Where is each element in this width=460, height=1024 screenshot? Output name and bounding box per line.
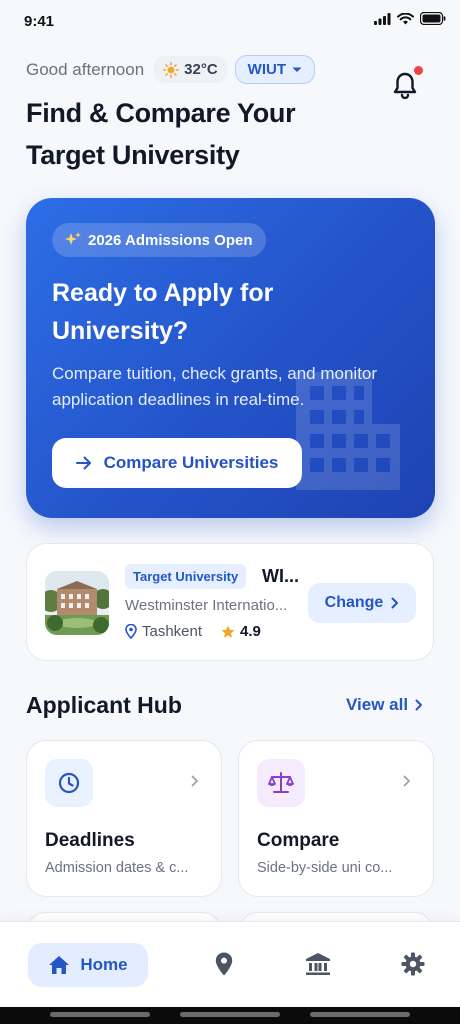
weather-chip: 32°C <box>154 56 227 83</box>
battery-icon <box>420 12 446 25</box>
star-icon <box>221 625 235 638</box>
hub-card-icon-wrap <box>45 759 93 807</box>
university-abbreviation: WI... <box>262 566 299 586</box>
university-meta: Tashkent 4.9 <box>125 623 261 640</box>
hub-card-title: Deadlines <box>45 830 135 851</box>
location-pin-icon <box>125 624 137 639</box>
clock-icon <box>58 772 80 794</box>
hero-description: Compare tuition, check grants, and monit… <box>52 364 378 409</box>
compare-universities-label: Compare Universities <box>103 453 279 472</box>
page-title: Find & Compare Your Target University <box>26 98 296 170</box>
home-indicator <box>180 1012 280 1017</box>
nav-home-label: Home <box>80 955 128 974</box>
admissions-badge-label: 2026 Admissions Open <box>88 231 253 249</box>
university-photo <box>45 571 109 635</box>
hub-card-subtitle: Admission dates & c... <box>45 860 189 876</box>
status-icons <box>374 12 446 25</box>
change-university-button[interactable]: Change <box>308 583 416 623</box>
chevron-right-icon <box>415 699 423 711</box>
arrow-right-icon <box>75 456 91 470</box>
sun-icon <box>163 61 180 78</box>
scale-icon <box>268 772 294 793</box>
caret-down-icon <box>292 67 302 72</box>
bell-icon <box>393 72 417 99</box>
hub-card-subtitle: Side-by-side uni co... <box>257 860 393 876</box>
chevron-right-icon <box>403 775 410 787</box>
notification-badge <box>414 66 423 75</box>
greeting-row: Good afternoon 32°C WIUT <box>26 55 315 84</box>
home-icon <box>49 956 70 974</box>
wifi-icon <box>397 12 414 24</box>
university-icon <box>306 953 330 975</box>
university-name: Westminster Internatio... <box>125 597 288 614</box>
university-rating-value: 4.9 <box>240 623 261 640</box>
view-all-link[interactable]: View all <box>346 695 423 715</box>
target-university-tag: Target University <box>125 564 247 589</box>
target-university-card[interactable]: Target University WI... Westminster Inte… <box>26 543 434 661</box>
nav-map[interactable] <box>209 949 239 979</box>
bottom-navigation: Home <box>0 921 460 1007</box>
university-selector-label: WIUT <box>247 61 286 78</box>
applicant-hub-title: Applicant Hub <box>26 692 182 718</box>
hub-card-icon-wrap <box>257 759 305 807</box>
hub-card-deadlines[interactable]: Deadlines Admission dates & c... <box>26 740 222 897</box>
admissions-badge: 2026 Admissions Open <box>52 223 266 257</box>
university-rating: 4.9 <box>221 623 261 640</box>
university-location: Tashkent <box>142 623 203 640</box>
change-university-label: Change <box>324 594 384 611</box>
location-icon <box>215 952 233 976</box>
status-bar: 9:41 <box>0 0 460 44</box>
nav-universities[interactable] <box>303 949 333 979</box>
hero-title: Ready to Apply for University? <box>52 279 274 345</box>
hub-card-compare[interactable]: Compare Side-by-side uni co... <box>238 740 434 897</box>
home-indicator <box>310 1012 410 1017</box>
greeting-text: Good afternoon <box>26 59 145 79</box>
compare-universities-button[interactable]: Compare Universities <box>52 438 302 488</box>
hub-card-title: Compare <box>257 830 340 851</box>
sparkle-icon <box>65 232 81 245</box>
signal-icon <box>374 12 391 25</box>
status-time: 9:41 <box>24 13 55 30</box>
chevron-right-icon <box>391 597 399 609</box>
university-selector[interactable]: WIUT <box>234 55 315 84</box>
nav-settings[interactable] <box>398 949 428 979</box>
nav-home[interactable]: Home <box>28 943 148 987</box>
view-all-label: View all <box>346 695 409 714</box>
settings-icon <box>401 952 425 976</box>
chevron-right-icon <box>191 775 198 787</box>
home-indicator <box>50 1012 150 1017</box>
admissions-hero-card: 2026 Admissions Open Ready to Apply for … <box>26 198 435 518</box>
temperature: 32°C <box>184 61 218 78</box>
